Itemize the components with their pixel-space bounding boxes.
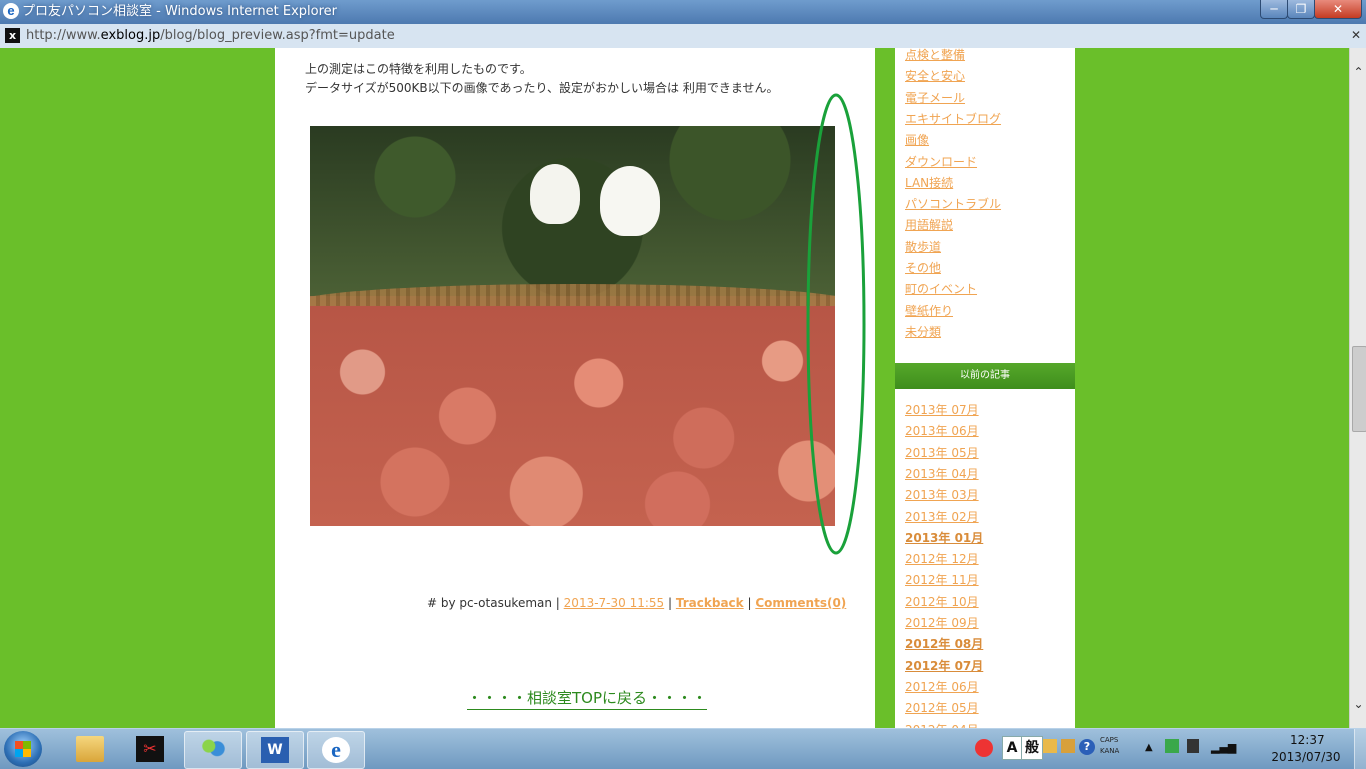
archive-link[interactable]: 2012年 09月 (905, 615, 979, 631)
clock-time[interactable]: 12:37 (1290, 732, 1325, 748)
blog-icon: ✂ (136, 736, 164, 762)
archive-link[interactable]: 2013年 05月 (905, 445, 979, 461)
archive-link[interactable]: 2013年 07月 (905, 402, 979, 418)
ime-dictionary-icon[interactable] (1061, 739, 1075, 753)
post-photo[interactable] (310, 126, 835, 526)
show-desktop-button[interactable] (1354, 729, 1366, 769)
category-link[interactable]: エキサイトブログ (905, 111, 1001, 127)
security-icon[interactable] (975, 739, 993, 757)
archive-link[interactable]: 2013年 03月 (905, 487, 979, 503)
vertical-scrollbar[interactable]: ⌃ ⌄ (1349, 48, 1366, 728)
device-icon[interactable] (1187, 739, 1199, 753)
comments-link[interactable]: Comments(0) (755, 596, 846, 610)
scroll-down-arrow-icon[interactable]: ⌄ (1350, 696, 1366, 712)
photo-dried-plums (310, 306, 835, 526)
taskbar-people-button[interactable] (184, 731, 242, 769)
footer-separator: | (668, 596, 673, 610)
window-title: プロ友パソコン相談室 - Windows Internet Explorer (22, 4, 337, 19)
archive-link[interactable]: 2013年 01月 (905, 530, 983, 546)
ime-mode-indicator[interactable]: A (1002, 736, 1022, 760)
taskbar-ie-button[interactable]: e (307, 731, 365, 769)
taskbar: ✂ W e A 般 ? CAPS KANA ▲ ▂▄▆ 12:37 2013/0… (0, 728, 1366, 769)
category-link[interactable]: 町のイベント (905, 281, 977, 297)
sync-icon[interactable] (1165, 739, 1179, 753)
start-button[interactable] (4, 731, 42, 767)
windows-logo-icon (15, 741, 31, 757)
maximize-button[interactable]: ❐ (1287, 0, 1315, 19)
taskbar-explorer-button[interactable] (62, 731, 118, 767)
blog-post: 上の測定はこの特徴を利用したものです。 データサイズが500KB以下の画像であっ… (275, 48, 875, 728)
address-bar[interactable]: x http://www.exblog.jp/blog/blog_preview… (0, 24, 1366, 48)
archive-link[interactable]: 2012年 06月 (905, 679, 979, 695)
archive-link[interactable]: 2012年 11月 (905, 572, 979, 588)
scroll-thumb[interactable] (1352, 346, 1366, 432)
ime-tool-icon[interactable] (1043, 739, 1057, 753)
archive-link[interactable]: 2012年 10月 (905, 594, 979, 610)
photo-lily-flower (530, 164, 580, 224)
ime-kanji-indicator[interactable]: 般 (1021, 736, 1043, 760)
sidebar: 点検と整備安全と安心電子メールエキサイトブログ 画像ダウンロード LAN接続パソコン… (895, 48, 1075, 728)
url-path: /blog/blog_preview.asp?fmt=update (160, 28, 395, 43)
url-host: exblog.jp (100, 28, 161, 43)
taskbar-blog-app-button[interactable]: ✂ (122, 731, 178, 767)
category-link[interactable]: 安全と安心 (905, 68, 965, 84)
network-signal-icon[interactable]: ▂▄▆ (1211, 739, 1236, 757)
minimize-button[interactable]: ─ (1260, 0, 1288, 19)
category-link[interactable]: 壁紙作り (905, 303, 953, 319)
annotation-ellipse (806, 93, 866, 555)
archive-header: 以前の記事 (895, 363, 1075, 389)
window-titlebar: e プロ友パソコン相談室 - Windows Internet Explorer… (0, 0, 1366, 24)
kana-indicator: KANA (1100, 747, 1120, 755)
system-tray: A 般 ? CAPS KANA ▲ ▂▄▆ (975, 729, 1236, 769)
taskbar-word-button[interactable]: W (246, 731, 304, 769)
archive-link[interactable]: 2012年 08月 (905, 636, 983, 652)
archive-link[interactable]: 2012年 07月 (905, 658, 983, 674)
clock-date[interactable]: 2013/07/30 (1270, 749, 1342, 765)
ie-taskbar-icon: e (322, 737, 350, 763)
archive-link[interactable]: 2013年 06月 (905, 423, 979, 439)
url-field[interactable]: http://www.exblog.jp/blog/blog_preview.a… (26, 27, 395, 45)
photo-lily-flower (600, 166, 660, 236)
explorer-icon (76, 736, 104, 762)
url-prefix: http://www. (26, 28, 101, 43)
category-link[interactable]: 未分類 (905, 324, 941, 340)
post-author: # by pc-otasukeman | (427, 596, 560, 610)
category-link[interactable]: 用語解説 (905, 217, 953, 233)
trackback-link[interactable]: Trackback (676, 596, 744, 610)
category-link[interactable]: 点検と整備 (905, 48, 965, 63)
category-link[interactable]: その他 (905, 260, 941, 276)
page-gutter (875, 48, 895, 728)
back-to-top-link[interactable]: ・・・・相談室TOPに戻る・・・・ (467, 688, 708, 710)
help-icon[interactable]: ? (1079, 739, 1095, 755)
category-link[interactable]: パソコントラブル (905, 196, 1001, 212)
post-footer: # by pc-otasukeman | 2013-7-30 11:55 | T… (427, 594, 846, 612)
post-date-link[interactable]: 2013-7-30 11:55 (564, 596, 665, 610)
address-close-button[interactable]: ✕ (1351, 27, 1364, 44)
archive-link[interactable]: 2013年 04月 (905, 466, 979, 482)
scroll-up-arrow-icon[interactable]: ⌃ (1350, 64, 1366, 80)
category-link[interactable]: 電子メール (905, 90, 965, 106)
archive-link[interactable]: 2012年 12月 (905, 551, 979, 567)
ie-icon: e (3, 3, 19, 19)
close-button[interactable]: ✕ (1314, 0, 1362, 19)
word-icon: W (261, 737, 289, 763)
category-link[interactable]: 散歩道 (905, 239, 941, 255)
post-text-line-1: 上の測定はこの特徴を利用したものです。 (305, 62, 532, 76)
footer-separator: | (747, 596, 752, 610)
archive-link[interactable]: 2012年 05月 (905, 700, 979, 716)
people-icon (199, 737, 227, 763)
post-text-line-2: データサイズが500KB以下の画像であったり、設定がおかしい場合は 利用できませ… (305, 81, 779, 95)
archive-link[interactable]: 2013年 02月 (905, 509, 979, 525)
favicon: x (5, 28, 20, 43)
category-link[interactable]: LAN接続 (905, 175, 953, 191)
category-link[interactable]: ダウンロード (905, 154, 977, 170)
show-hidden-icons-icon[interactable]: ▲ (1145, 739, 1153, 757)
category-link[interactable]: 画像 (905, 132, 929, 148)
